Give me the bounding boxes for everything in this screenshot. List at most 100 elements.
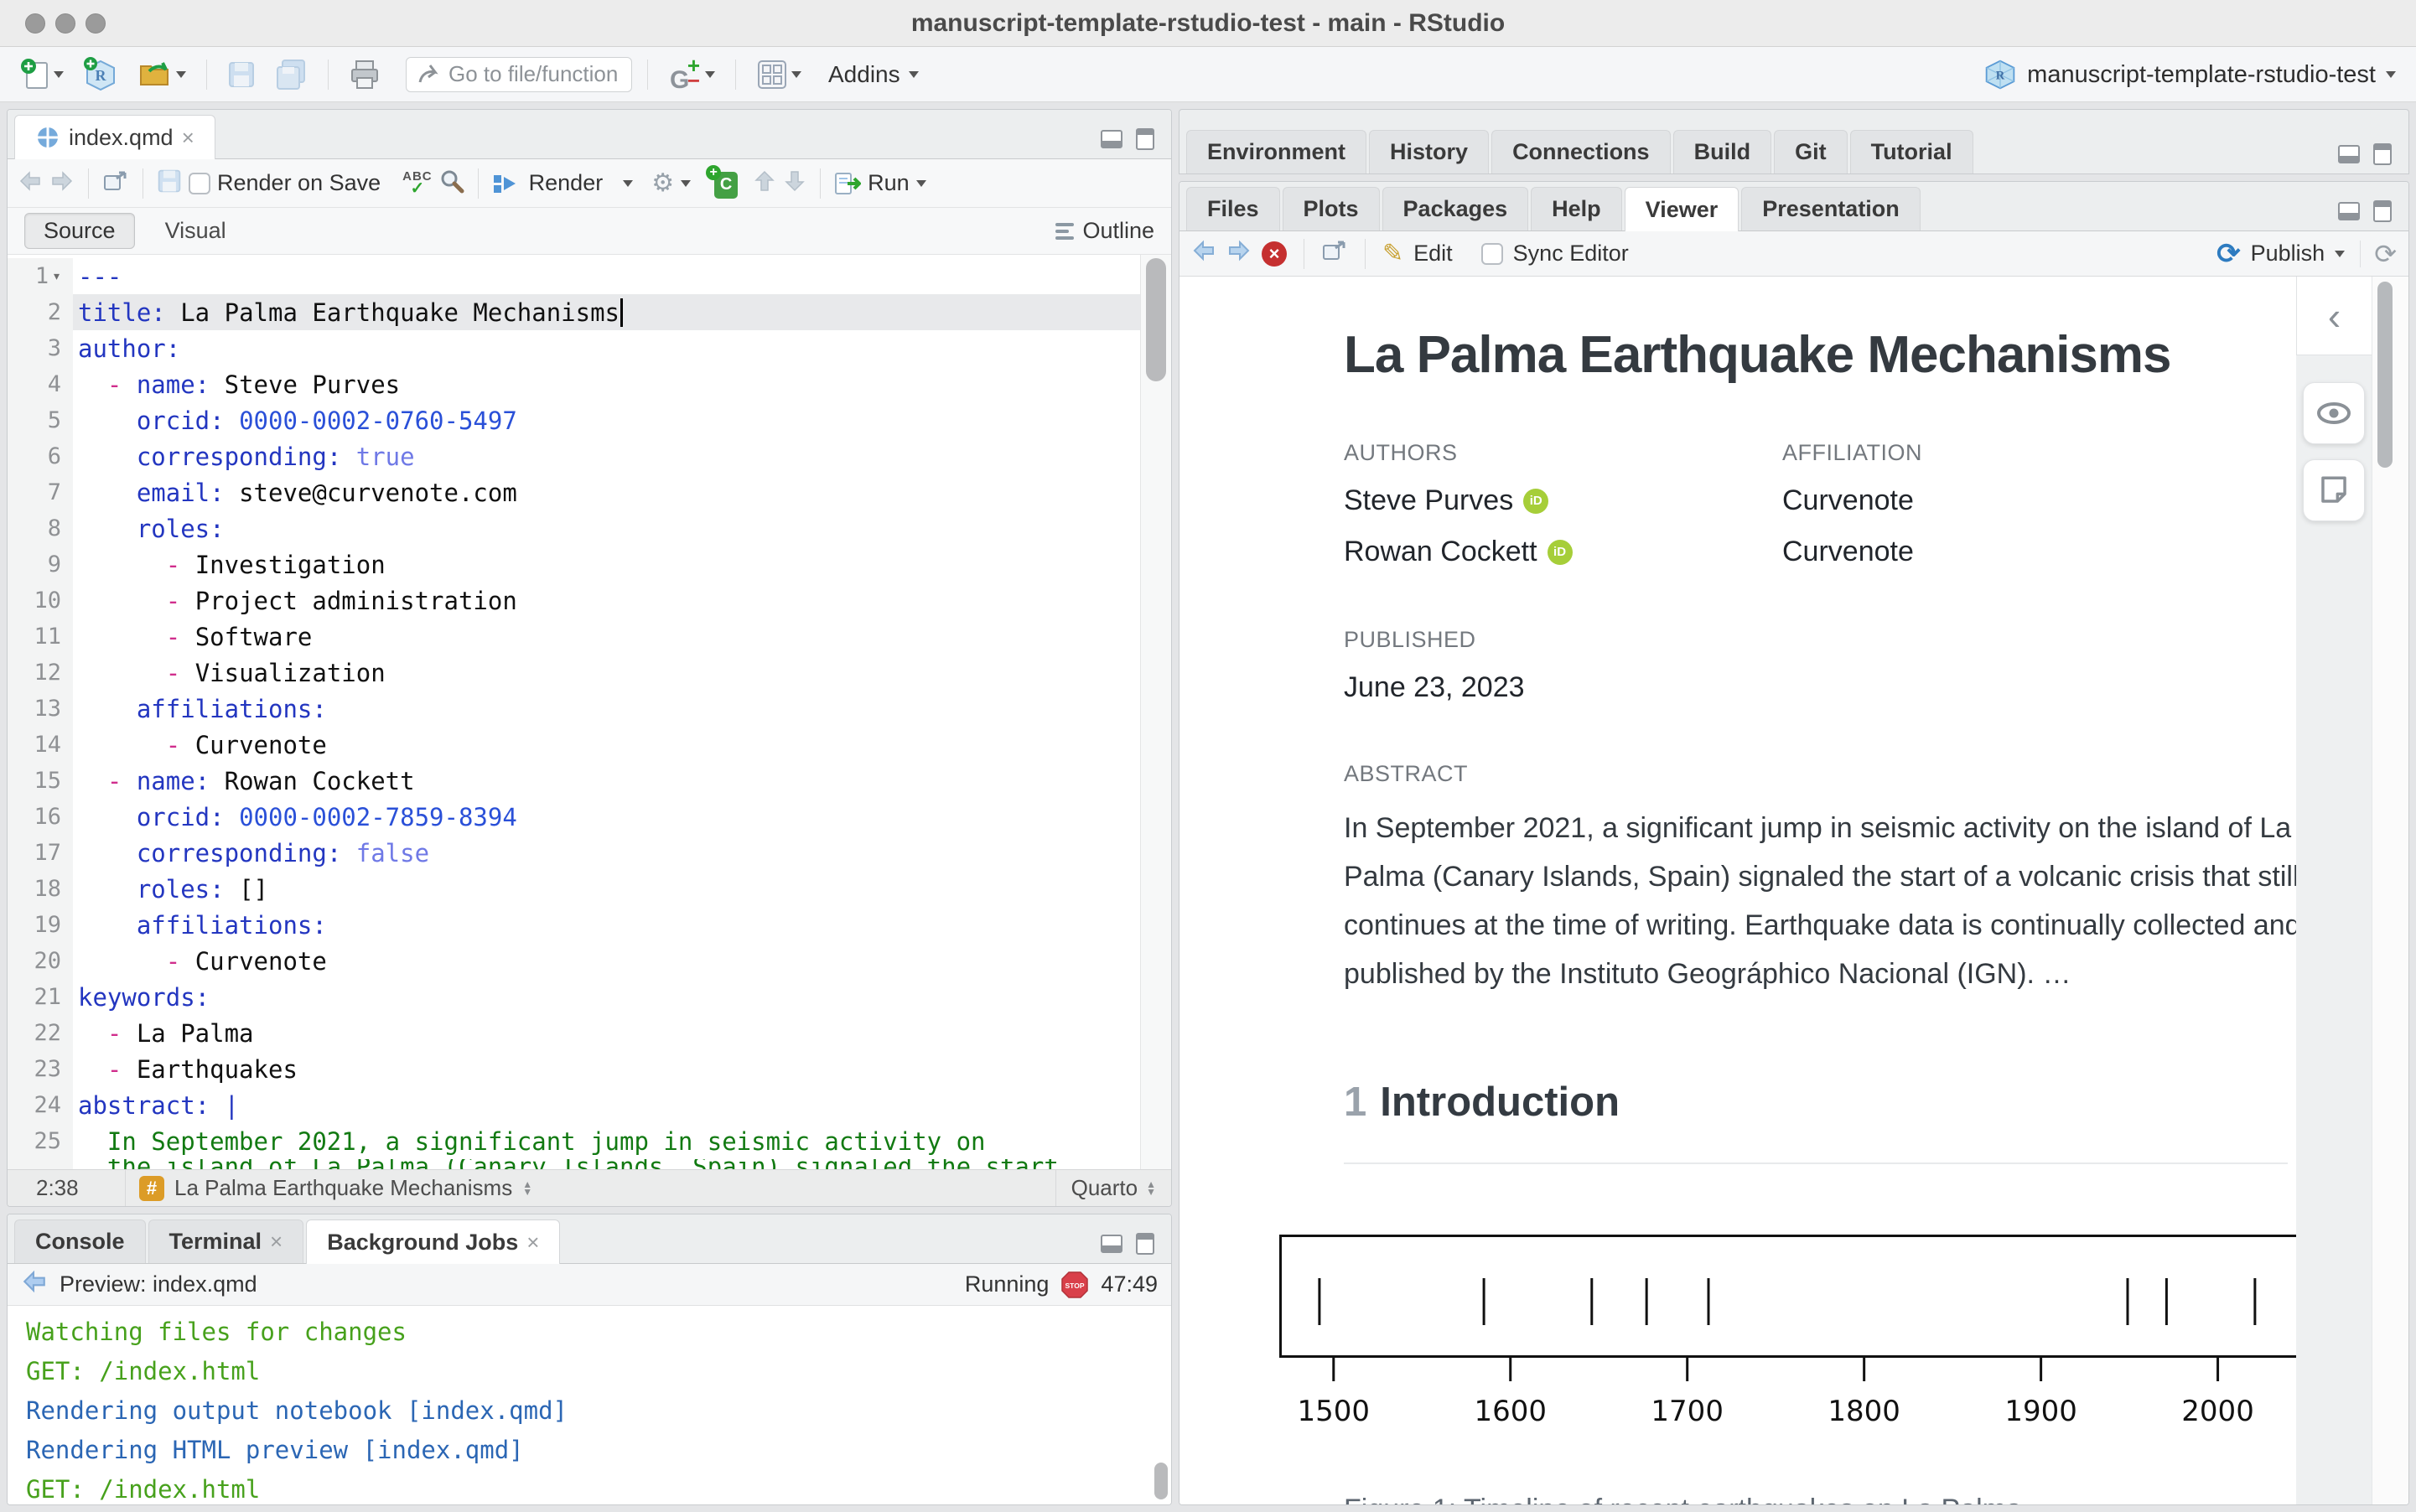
- new-project-button[interactable]: R: [77, 54, 124, 95]
- orcid-icon[interactable]: iD: [1523, 489, 1548, 514]
- code-line-13[interactable]: 13 affiliations:: [8, 691, 1140, 727]
- code-line-24[interactable]: 24abstract: |: [8, 1087, 1140, 1123]
- tab-console[interactable]: Console: [14, 1219, 146, 1263]
- code-line-18[interactable]: 18 roles: []: [8, 871, 1140, 907]
- tab-files[interactable]: Files: [1186, 187, 1280, 230]
- orcid-icon[interactable]: iD: [1548, 540, 1573, 565]
- annotation-button[interactable]: [2303, 459, 2365, 521]
- edit-pencil-icon[interactable]: ✎: [1382, 241, 1403, 267]
- code-line-22[interactable]: 22 - La Palma: [8, 1015, 1140, 1051]
- sync-editor-checkbox[interactable]: [1481, 243, 1503, 265]
- code-line-7[interactable]: 7 email: steve@curvenote.com: [8, 474, 1140, 510]
- publish-icon[interactable]: ⟳: [2216, 240, 2241, 268]
- tab-build[interactable]: Build: [1673, 130, 1772, 173]
- preview-visibility-button[interactable]: [2303, 382, 2365, 444]
- print-button[interactable]: [344, 54, 386, 95]
- minimize-pane-icon[interactable]: [1099, 128, 1124, 150]
- code-line-6[interactable]: 6 corresponding: true: [8, 438, 1140, 474]
- document-mode-selector[interactable]: Quarto ▲▼: [1055, 1170, 1171, 1206]
- goto-file-input[interactable]: Go to file/function: [406, 57, 632, 92]
- addins-button[interactable]: Addins: [815, 54, 924, 95]
- popout-button[interactable]: [102, 169, 129, 197]
- maximize-pane-icon[interactable]: [2370, 143, 2395, 165]
- tab-environment[interactable]: Environment: [1186, 130, 1366, 173]
- code-line-9[interactable]: 9 - Investigation: [8, 546, 1140, 583]
- outline-toggle-button[interactable]: Outline: [1055, 218, 1154, 244]
- code-line-3[interactable]: 3author:: [8, 330, 1140, 366]
- open-file-button[interactable]: [132, 54, 191, 95]
- fold-arrow-icon[interactable]: ▾: [52, 267, 61, 285]
- version-control-button[interactable]: + − G: [663, 54, 720, 95]
- go-next-section-button[interactable]: [783, 168, 806, 198]
- find-replace-button[interactable]: [439, 168, 464, 198]
- tab-plots[interactable]: Plots: [1283, 187, 1380, 230]
- viewer-scrollbar-thumb[interactable]: [2377, 282, 2393, 468]
- viewer-back-button[interactable]: [1191, 239, 1216, 268]
- code-line-4[interactable]: 4 - name: Steve Purves: [8, 366, 1140, 402]
- code-line-20[interactable]: 20 - Curvenote: [8, 943, 1140, 979]
- tab-background-jobs[interactable]: Background Jobs×: [306, 1219, 560, 1264]
- code-line-8[interactable]: 8 roles:: [8, 510, 1140, 546]
- code-line-17[interactable]: 17 corresponding: false: [8, 835, 1140, 871]
- code-line-10[interactable]: 10 - Project administration: [8, 583, 1140, 619]
- gear-caret-icon[interactable]: [681, 180, 691, 187]
- run-caret-icon[interactable]: [916, 180, 926, 187]
- viewer-popout-button[interactable]: [1321, 239, 1348, 268]
- code-line-11[interactable]: 11 - Software: [8, 619, 1140, 655]
- code-line-19[interactable]: 19 affiliations:: [8, 907, 1140, 943]
- publish-button[interactable]: Publish: [2251, 241, 2325, 267]
- collapse-panel-button[interactable]: ‹: [2296, 277, 2372, 355]
- tab-presentation[interactable]: Presentation: [1741, 187, 1921, 230]
- code-line-15[interactable]: 15 - name: Rowan Cockett: [8, 763, 1140, 799]
- tab-git[interactable]: Git: [1774, 130, 1848, 173]
- code-line-clipped[interactable]: the island of La Palma (Canary Islands, …: [8, 1159, 1140, 1169]
- code-line-2[interactable]: 2title: La Palma Earthquake Mechanisms: [8, 294, 1140, 330]
- console-output[interactable]: Watching files for changesGET: /index.ht…: [8, 1306, 1171, 1504]
- new-file-button[interactable]: [15, 54, 69, 95]
- spellcheck-button[interactable]: ABC ✓: [402, 170, 433, 197]
- maximize-pane-icon[interactable]: [1133, 128, 1158, 150]
- tab-help[interactable]: Help: [1531, 187, 1622, 230]
- tab-connections[interactable]: Connections: [1491, 130, 1671, 173]
- publish-caret-icon[interactable]: [2335, 251, 2345, 257]
- render-button[interactable]: Render: [492, 170, 604, 196]
- preview-back-button[interactable]: [21, 1269, 48, 1300]
- tab-tutorial[interactable]: Tutorial: [1850, 130, 1973, 173]
- visual-mode-button[interactable]: Visual: [157, 214, 235, 248]
- viewer-scrollbar[interactable]: [2372, 277, 2408, 1504]
- code-line-1[interactable]: 1▾---: [8, 258, 1140, 294]
- refresh-viewer-icon[interactable]: ⟳: [2360, 241, 2397, 267]
- tab-terminal[interactable]: Terminal×: [148, 1219, 304, 1263]
- section-navigator[interactable]: # La Palma Earthquake Mechanisms ▲▼: [125, 1170, 1055, 1206]
- save-file-button[interactable]: [157, 168, 182, 198]
- code-line-14[interactable]: 14 - Curvenote: [8, 727, 1140, 763]
- source-mode-button[interactable]: Source: [24, 213, 135, 249]
- project-switcher[interactable]: R manuscript-template-rstudio-test: [1983, 47, 2396, 102]
- maximize-pane-icon[interactable]: [1133, 1233, 1158, 1255]
- editor-scrollbar-thumb[interactable]: [1146, 258, 1166, 381]
- code-line-25[interactable]: 25 In September 2021, a significant jump…: [8, 1123, 1140, 1159]
- editor-scrollbar[interactable]: [1140, 255, 1171, 1169]
- render-on-save-checkbox[interactable]: [189, 173, 210, 194]
- clear-viewer-button[interactable]: ×: [1262, 241, 1287, 267]
- code-editor[interactable]: 1▾---2title: La Palma Earthquake Mechani…: [8, 255, 1171, 1169]
- maximize-pane-icon[interactable]: [2370, 200, 2395, 222]
- console-scrollbar-thumb[interactable]: [1154, 1463, 1168, 1499]
- code-line-21[interactable]: 21keywords:: [8, 979, 1140, 1015]
- save-all-button[interactable]: [269, 54, 313, 95]
- tab-close-icon[interactable]: ×: [182, 125, 194, 151]
- insert-chunk-button[interactable]: C +: [708, 168, 738, 199]
- minimize-pane-icon[interactable]: [1099, 1233, 1124, 1255]
- tab-viewer[interactable]: Viewer: [1625, 187, 1739, 231]
- tab-close-icon[interactable]: ×: [270, 1229, 283, 1255]
- workspace-panes-button[interactable]: [751, 54, 806, 95]
- go-prev-section-button[interactable]: [753, 168, 776, 198]
- code-line-16[interactable]: 16 orcid: 0000-0002-7859-8394: [8, 799, 1140, 835]
- minimize-pane-icon[interactable]: [2336, 200, 2362, 222]
- code-line-12[interactable]: 12 - Visualization: [8, 655, 1140, 691]
- nav-forward-button[interactable]: [49, 169, 75, 197]
- tab-index-qmd[interactable]: index.qmd ×: [14, 115, 215, 159]
- viewer-forward-button[interactable]: [1226, 239, 1252, 268]
- tab-packages[interactable]: Packages: [1382, 187, 1529, 230]
- run-button[interactable]: Run: [834, 170, 910, 196]
